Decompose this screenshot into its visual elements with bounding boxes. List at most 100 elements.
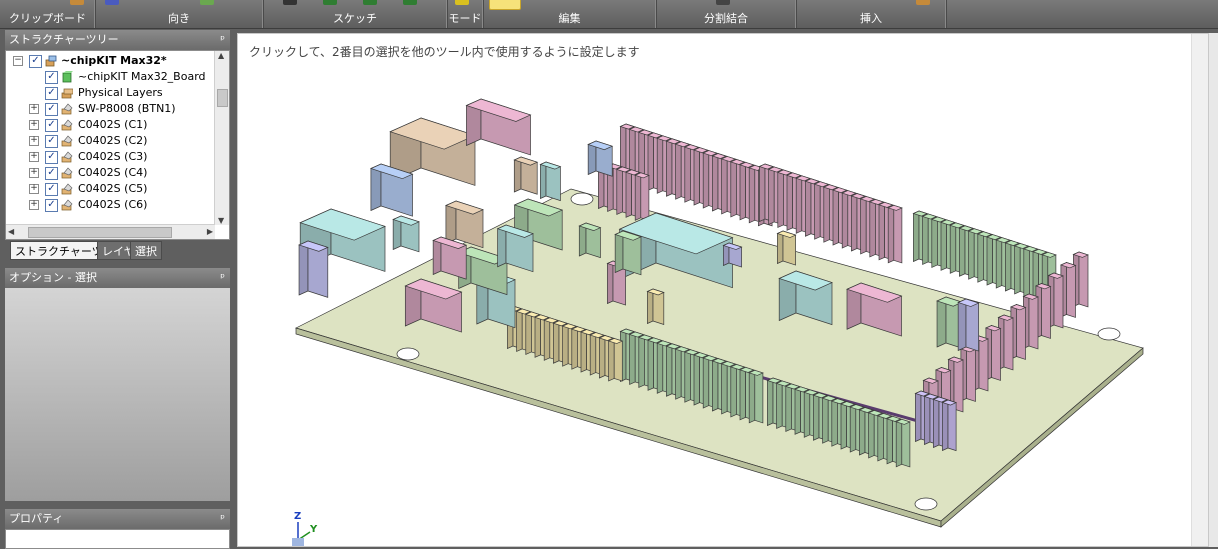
header-pin[interactable]: [831, 398, 838, 447]
ribbon-group-insert[interactable]: 挿入: [796, 0, 947, 28]
header-pin[interactable]: [748, 369, 756, 424]
header-pin[interactable]: [675, 141, 682, 200]
expand-icon[interactable]: +: [29, 136, 39, 146]
ribbon-group-mode[interactable]: モード: [447, 0, 484, 28]
tree-root[interactable]: − ✓ ~chipKIT Max32*: [6, 53, 206, 69]
mounting-hole[interactable]: [914, 497, 938, 511]
scroll-up-icon[interactable]: ▲: [218, 51, 224, 60]
mounting-hole[interactable]: [1097, 327, 1121, 341]
expand-icon[interactable]: +: [29, 200, 39, 210]
select-tool-icon[interactable]: [403, 0, 417, 5]
rotate-icon[interactable]: [200, 0, 214, 5]
header-pin[interactable]: [832, 187, 839, 246]
scroll-thumb[interactable]: [28, 227, 172, 238]
header-pin[interactable]: [693, 352, 700, 406]
visibility-checkbox[interactable]: ✓: [45, 71, 58, 84]
expand-icon[interactable]: +: [29, 168, 39, 178]
tree-vertical-scrollbar[interactable]: ▲ ▼: [214, 51, 229, 225]
header-pin[interactable]: [712, 357, 719, 412]
header-pin[interactable]: [638, 334, 645, 388]
header-pin[interactable]: [553, 320, 560, 364]
header-pin[interactable]: [922, 213, 929, 265]
header-pin[interactable]: [1041, 283, 1051, 339]
header-pin[interactable]: [721, 360, 728, 415]
header-pin[interactable]: [516, 308, 523, 352]
header-pin[interactable]: [860, 195, 867, 255]
header-pin[interactable]: [767, 377, 774, 427]
scroll-thumb[interactable]: [217, 89, 228, 107]
header-pin[interactable]: [684, 349, 691, 403]
header-pin[interactable]: [748, 164, 756, 224]
header-pin[interactable]: [978, 335, 989, 392]
header-pin[interactable]: [759, 163, 766, 223]
component[interactable]: [513, 156, 522, 193]
pcb-3d-model[interactable]: [238, 34, 1209, 547]
header-pin[interactable]: [1066, 262, 1076, 318]
header-pin[interactable]: [666, 343, 673, 397]
header-pin[interactable]: [785, 383, 792, 432]
visibility-checkbox[interactable]: ✓: [45, 151, 58, 164]
pin-icon[interactable]: ᵖ: [220, 509, 225, 529]
header-pin[interactable]: [730, 363, 737, 418]
ribbon-group-edit[interactable]: 編集: [483, 0, 657, 28]
header-pin[interactable]: [702, 150, 710, 209]
header-pin[interactable]: [805, 178, 812, 237]
ribbon-group-clipboard[interactable]: クリップボード: [0, 0, 96, 28]
header-pin[interactable]: [580, 329, 587, 373]
header-pin[interactable]: [543, 317, 551, 361]
header-pin[interactable]: [1016, 304, 1026, 360]
expand-icon[interactable]: +: [29, 120, 39, 130]
structure-tree[interactable]: − ✓ ~chipKIT Max32* ✓ ~chipKIT Max32_Boar…: [5, 50, 230, 240]
viewport-scrollbar[interactable]: [1191, 34, 1208, 546]
tab-selection[interactable]: 選択: [130, 241, 162, 260]
header-pin[interactable]: [712, 152, 719, 212]
spline-tool-icon[interactable]: [363, 0, 377, 5]
header-pin[interactable]: [634, 172, 642, 221]
header-pin[interactable]: [589, 332, 597, 376]
header-pin[interactable]: [968, 228, 975, 280]
header-pin[interactable]: [562, 323, 569, 367]
header-pin[interactable]: [949, 222, 957, 274]
tree-item[interactable]: + ✓ SW-P8008 (BTN1): [6, 101, 216, 117]
mounting-hole[interactable]: [570, 192, 594, 206]
component[interactable]: [607, 260, 614, 305]
header-pin[interactable]: [893, 204, 903, 264]
header-pin[interactable]: [991, 325, 1001, 381]
visibility-checkbox[interactable]: ✓: [45, 87, 58, 100]
visibility-checkbox[interactable]: ✓: [45, 103, 58, 116]
header-pin[interactable]: [571, 326, 578, 370]
select-mode-icon[interactable]: [489, 0, 521, 10]
header-pin[interactable]: [754, 369, 764, 424]
scroll-down-icon[interactable]: ▼: [218, 216, 224, 225]
header-pin[interactable]: [599, 334, 606, 379]
tree-item[interactable]: + ✓ C0402S (C6): [6, 197, 216, 213]
expand-icon[interactable]: +: [29, 104, 39, 114]
header-pin[interactable]: [608, 337, 615, 382]
component[interactable]: [965, 298, 979, 352]
component[interactable]: [647, 288, 654, 325]
header-pin[interactable]: [1003, 314, 1014, 371]
header-pin[interactable]: [841, 190, 849, 249]
header-pin[interactable]: [986, 234, 993, 286]
header-pin[interactable]: [1014, 242, 1021, 295]
visibility-checkbox[interactable]: ✓: [45, 199, 58, 212]
header-pin[interactable]: [786, 172, 793, 231]
header-pin[interactable]: [640, 172, 650, 221]
header-pin[interactable]: [702, 355, 710, 409]
header-pin[interactable]: [924, 393, 931, 446]
header-pin[interactable]: [947, 399, 957, 452]
header-pin[interactable]: [534, 314, 541, 358]
header-pin[interactable]: [1028, 293, 1039, 350]
header-pin[interactable]: [625, 169, 632, 218]
header-pin[interactable]: [942, 399, 949, 452]
header-pin[interactable]: [913, 210, 920, 263]
ribbon-group-sketch[interactable]: スケッチ: [263, 0, 448, 28]
header-pin[interactable]: [739, 161, 746, 221]
header-pin[interactable]: [629, 331, 636, 385]
header-pin[interactable]: [777, 169, 784, 228]
header-pin[interactable]: [933, 396, 940, 449]
mounting-hole[interactable]: [396, 347, 420, 361]
pin-icon[interactable]: ᵖ: [220, 30, 225, 50]
header-pin[interactable]: [823, 184, 830, 243]
header-pin[interactable]: [822, 395, 829, 444]
